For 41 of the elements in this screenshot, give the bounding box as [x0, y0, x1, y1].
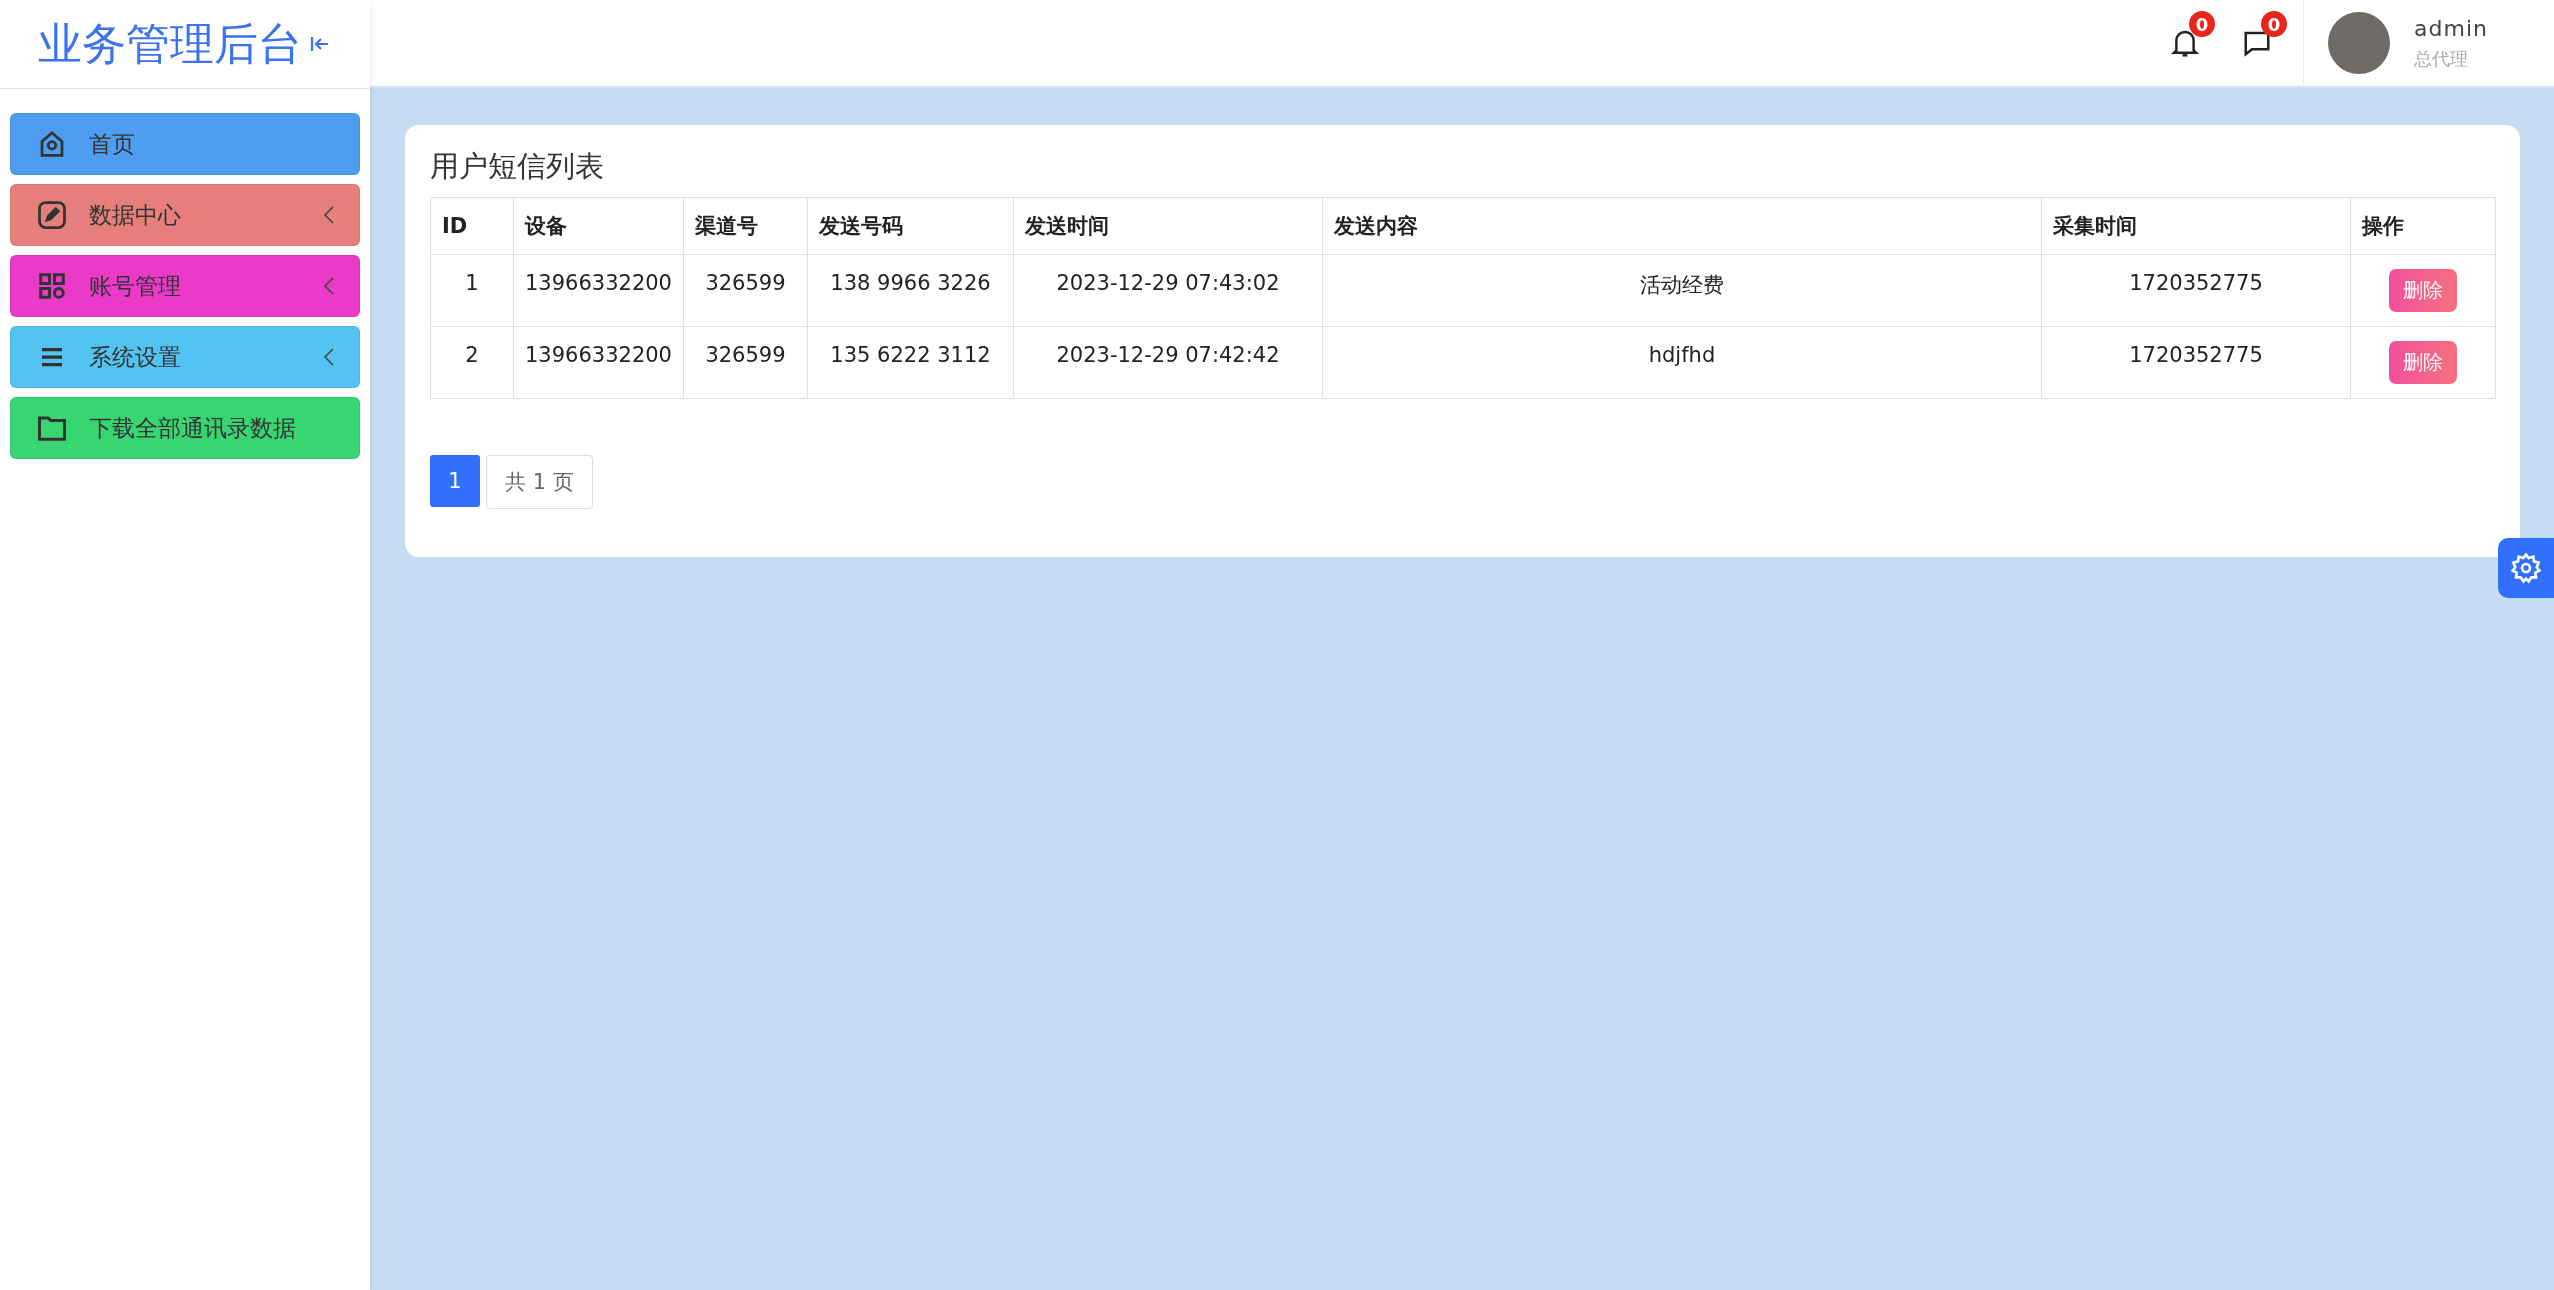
grid-icon — [37, 271, 67, 301]
sidebar-menu-item[interactable]: 首页 — [10, 113, 360, 175]
table-cell: 13966332200 — [513, 254, 684, 327]
column-header: ID — [430, 197, 514, 255]
app-title: 业务管理后台 — [38, 16, 302, 71]
table-cell: 1720352775 — [2041, 326, 2351, 399]
sidebar-menu-item[interactable]: 数据中心 — [10, 184, 360, 246]
page-summary: 共 1 页 — [486, 455, 593, 509]
page-button[interactable]: 1 — [430, 455, 480, 507]
table-cell: 1720352775 — [2041, 254, 2351, 327]
table-cell: 2023-12-29 07:43:02 — [1013, 254, 1323, 327]
table-cell: 326599 — [683, 254, 808, 327]
table-cell: hdjfhd — [1322, 326, 2042, 399]
table-cell: 2023-12-29 07:42:42 — [1013, 326, 1323, 399]
table-cell: 2 — [430, 326, 514, 399]
sidebar-menu-item[interactable]: 下载全部通讯录数据 — [10, 397, 360, 459]
panel-title: 用户短信列表 — [430, 148, 604, 185]
column-header: 发送号码 — [807, 197, 1014, 255]
column-header: 操作 — [2350, 197, 2496, 255]
settings-button[interactable] — [2498, 538, 2554, 598]
sidebar-menu-item[interactable]: 账号管理 — [10, 255, 360, 317]
sidebar-menu-item[interactable]: 系统设置 — [10, 326, 360, 388]
delete-button[interactable]: 删除 — [2389, 341, 2457, 384]
settings-icon — [2510, 552, 2542, 584]
table-cell: 13966332200 — [513, 326, 684, 399]
column-header: 发送时间 — [1013, 197, 1323, 255]
table-cell: 326599 — [683, 326, 808, 399]
table-cell: 1 — [430, 254, 514, 327]
table-cell: 135 6222 3112 — [807, 326, 1014, 399]
column-header: 发送内容 — [1322, 197, 2042, 255]
notification-count: 0 — [2189, 11, 2216, 37]
column-header: 采集时间 — [2041, 197, 2351, 255]
delete-button[interactable]: 删除 — [2389, 269, 2457, 312]
table-cell: 138 9966 3226 — [807, 254, 1014, 327]
message-count: 0 — [2261, 11, 2288, 37]
column-header: 渠道号 — [683, 197, 808, 255]
user-name: admin — [2414, 15, 2488, 41]
column-header: 设备 — [513, 197, 684, 255]
table-cell: 活动经费 — [1322, 254, 2042, 327]
pencil-square-icon — [37, 200, 67, 230]
user-role: 总代理 — [2414, 46, 2470, 71]
